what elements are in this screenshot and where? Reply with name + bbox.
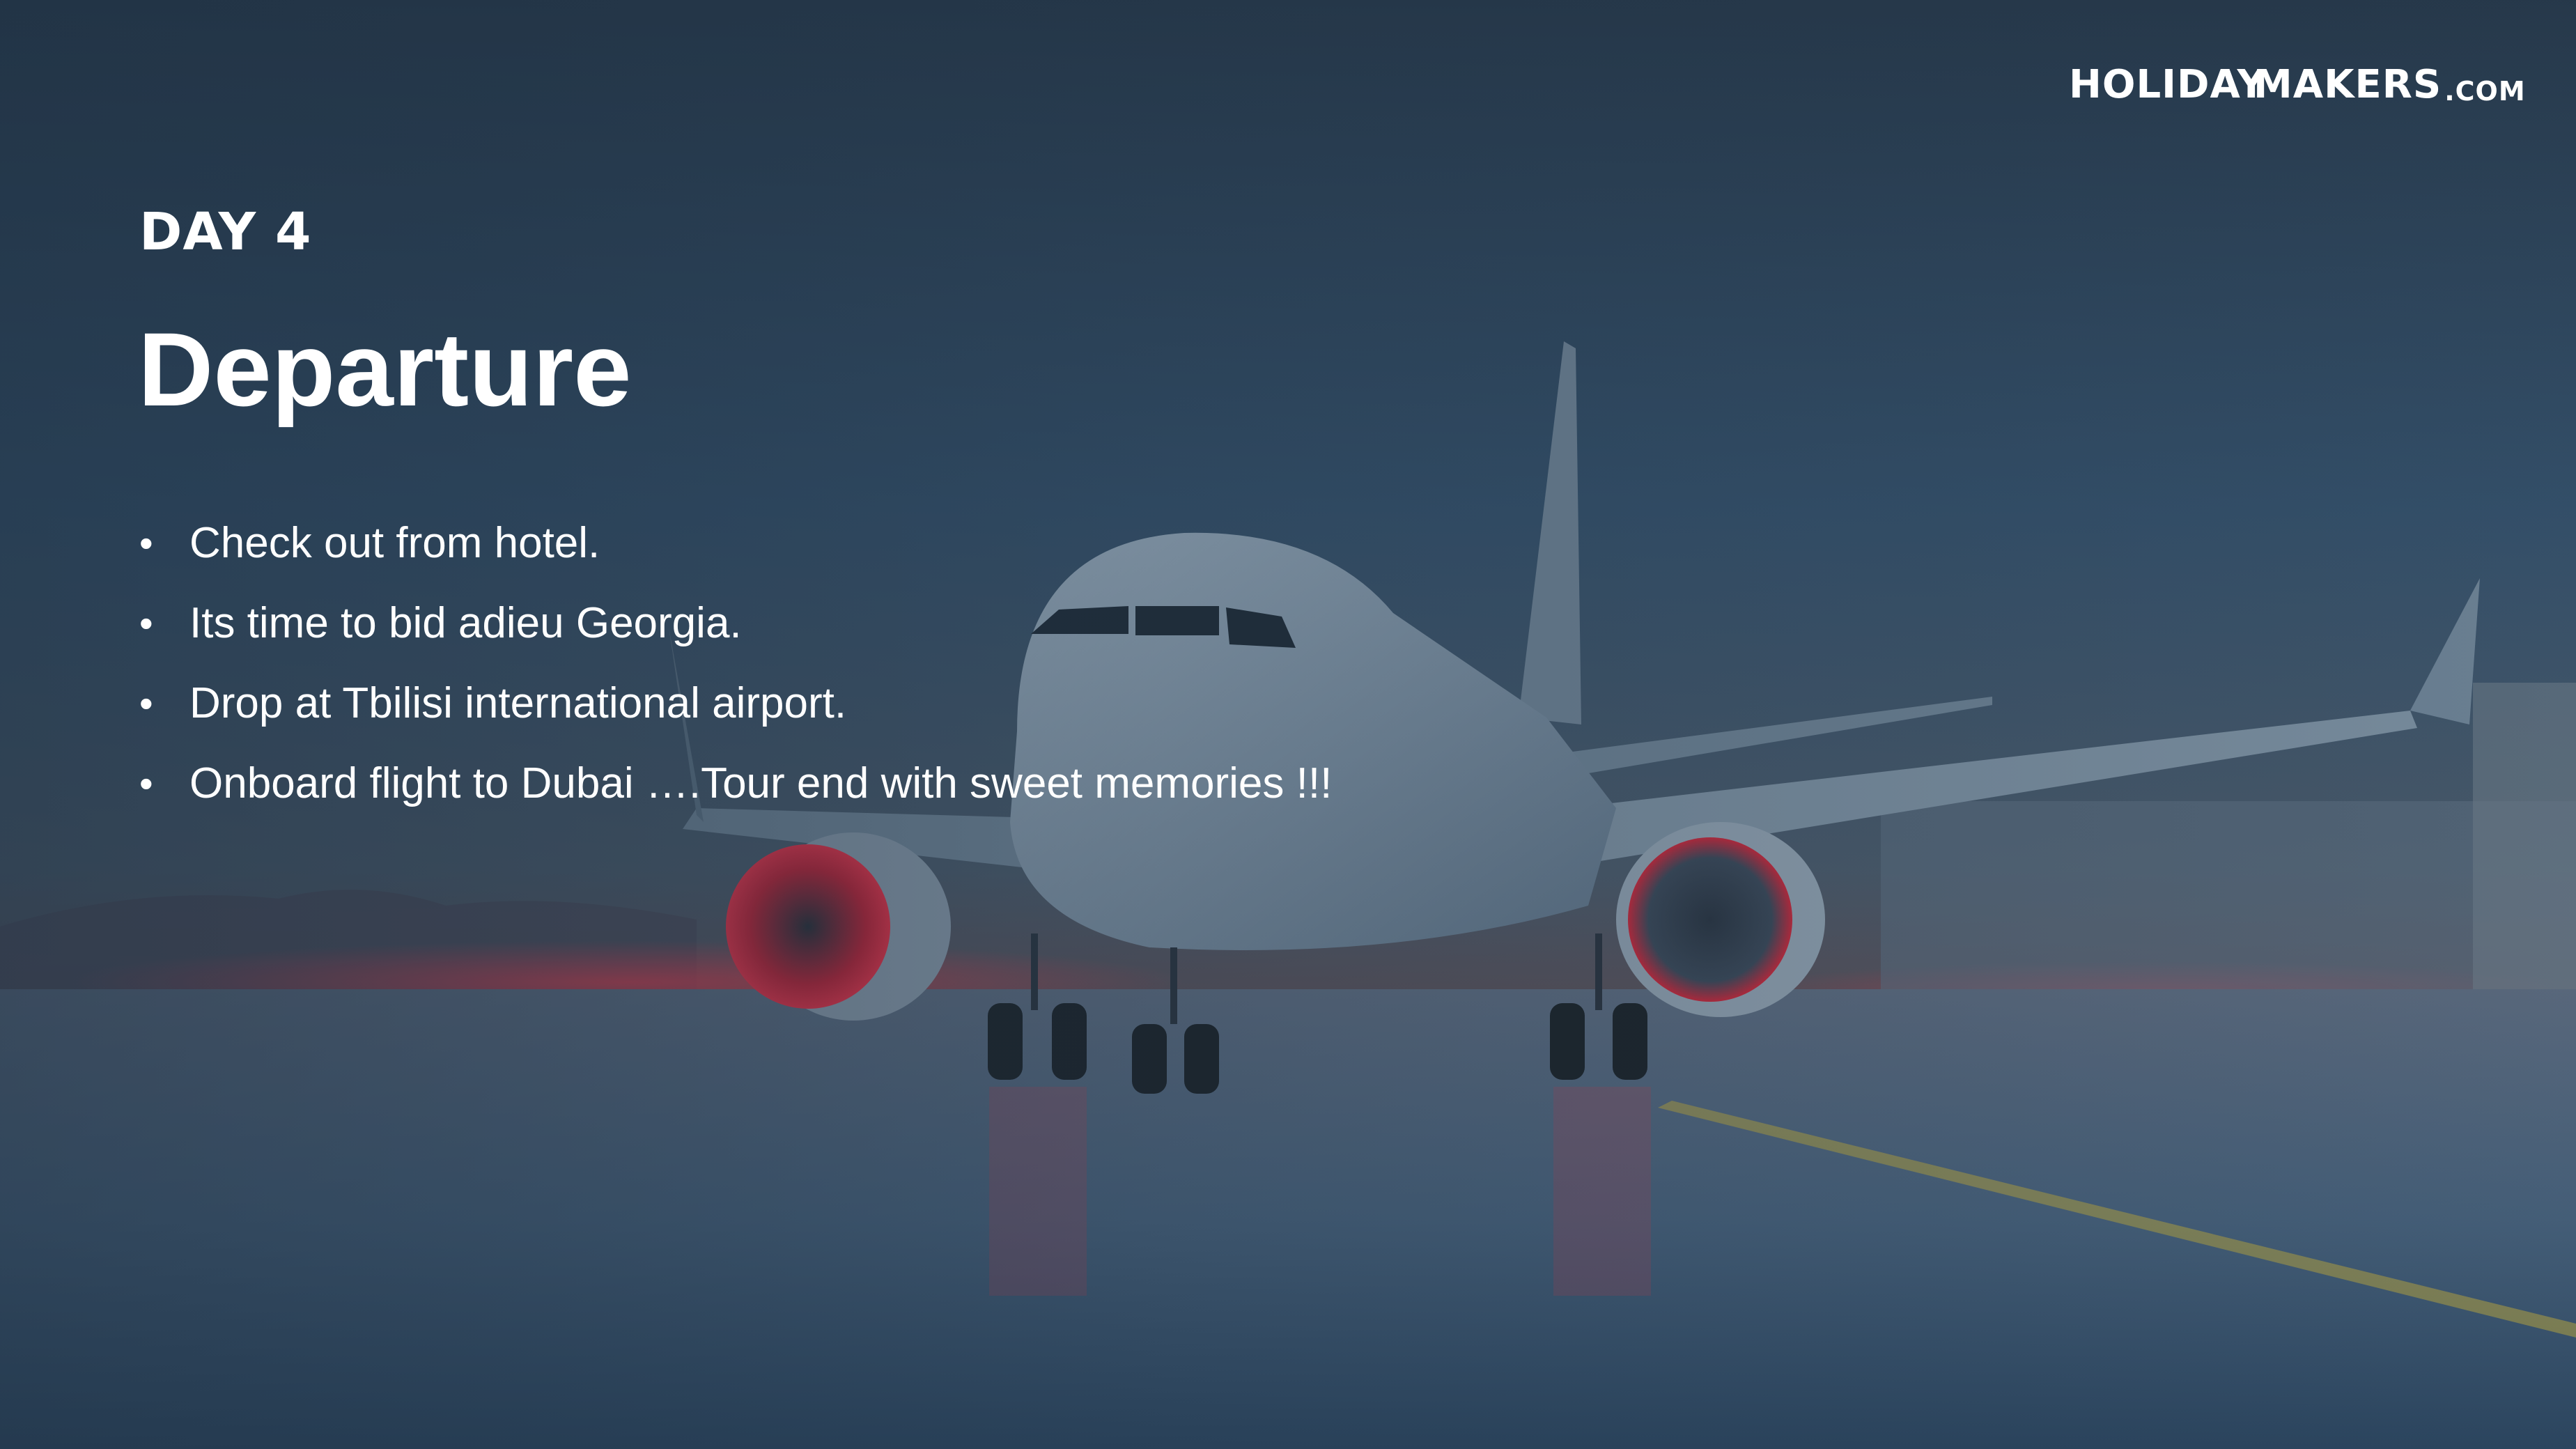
itinerary-bullet-list: • Check out from hotel. • Its time to bi… — [139, 503, 1365, 823]
day-label: DAY 4 — [139, 202, 312, 262]
bullet-text: Check out from hotel. — [189, 519, 600, 567]
bullet-dot-icon: • — [139, 521, 153, 565]
logo-text-com: .COM — [2444, 76, 2526, 107]
bullet-dot-icon: • — [139, 601, 153, 645]
logo-text-holiday: HOLIDAY — [2069, 62, 2267, 107]
slide-title: Departure — [138, 311, 632, 428]
bullet-text: Onboard flight to Dubai ….Tour end with … — [189, 759, 1333, 807]
bullet-item: • Its time to bid adieu Georgia. — [139, 583, 1365, 663]
bullet-item: • Drop at Tbilisi international airport. — [139, 663, 1365, 743]
bullet-text: Its time to bid adieu Georgia. — [189, 599, 742, 647]
bullet-text: Drop at Tbilisi international airport. — [189, 679, 847, 727]
bullet-dot-icon: • — [139, 761, 153, 805]
logo-text-makers: MAKERS — [2253, 62, 2442, 107]
holidaymakers-logo[interactable]: HOLIDAY MAKERS .COM — [2069, 35, 2526, 107]
bullet-item: • Onboard flight to Dubai ….Tour end wit… — [139, 743, 1365, 823]
bullet-item: • Check out from hotel. — [139, 503, 1365, 583]
bullet-dot-icon: • — [139, 681, 153, 725]
